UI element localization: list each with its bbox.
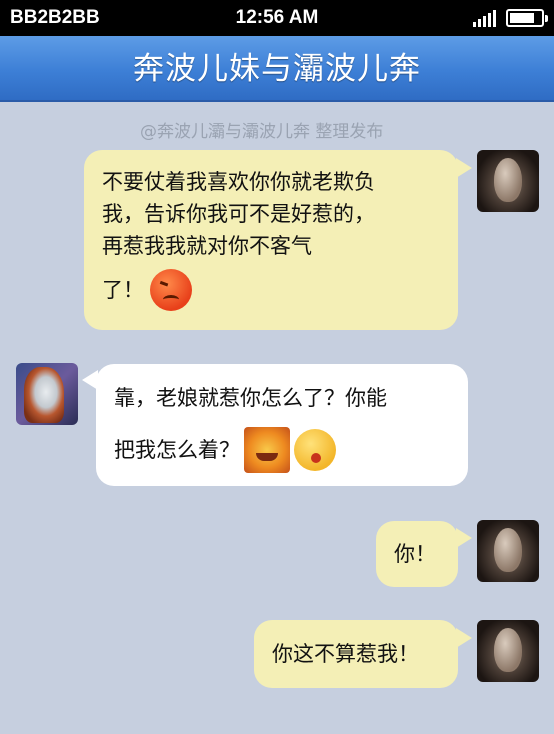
message-line: 不要仗着我喜欢你你就老欺负 (102, 170, 375, 194)
status-time: 12:56 AM (235, 7, 319, 28)
sender-avatar[interactable] (477, 150, 539, 212)
angry-face-icon (150, 269, 192, 311)
battery-icon (506, 9, 548, 27)
sender-avatar[interactable] (477, 520, 539, 582)
sun-face-icon (244, 427, 290, 473)
message-bubble-2[interactable]: 靠，老娘就惹你怎么了？你能 把我怎么着？ (96, 364, 468, 486)
message-line: 再惹我我就对你不客气 (102, 234, 312, 258)
sender-avatar[interactable] (16, 363, 78, 425)
message-line: 把我怎么着？ (114, 438, 240, 462)
message-line: 你！ (394, 542, 436, 566)
tongue-out-face-icon (294, 429, 336, 471)
message-line: 你这不算惹我！ (272, 642, 419, 666)
signal-strength-icon (473, 9, 496, 27)
message-bubble-1[interactable]: 不要仗着我喜欢你你就老欺负 我，告诉你我可不是好惹的， 再惹我我就对你不客气 了… (84, 150, 458, 330)
attribution-text: @奔波儿灞与灞波儿奔 整理发布 (140, 122, 384, 142)
sender-avatar[interactable] (477, 620, 539, 682)
message-bubble-3[interactable]: 你！ (376, 521, 458, 587)
message-line: 了！ (102, 278, 144, 302)
status-bar: BB2B2BB 12:56 AM (0, 0, 554, 36)
chat-title: 奔波儿妹与灞波儿奔 (0, 36, 554, 102)
message-line: 我，告诉你我可不是好惹的， (102, 202, 375, 226)
message-bubble-4[interactable]: 你这不算惹我！ (254, 620, 458, 688)
message-line: 靠，老娘就惹你怎么了？你能 (114, 386, 387, 410)
